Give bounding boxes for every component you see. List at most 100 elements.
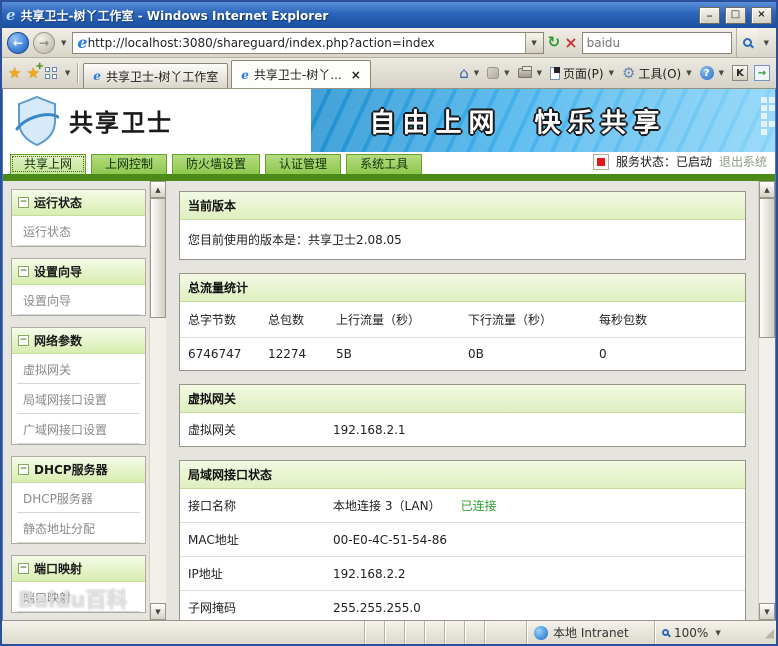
- search-box[interactable]: [582, 32, 732, 54]
- security-zone-label: 本地 Intranet: [553, 624, 629, 641]
- scrollbar-track[interactable]: [150, 318, 166, 603]
- help-icon: ?: [700, 66, 714, 80]
- search-input[interactable]: [583, 36, 731, 50]
- search-icon: [743, 38, 752, 47]
- address-field[interactable]: e ▼: [72, 32, 543, 54]
- nav-tab-firewall[interactable]: 防火墙设置: [172, 154, 260, 174]
- favorites-center-icon[interactable]: ★: [8, 64, 21, 82]
- favorites-group: ★ ★ ▼: [6, 58, 80, 88]
- section-header: − 端口映射: [12, 556, 145, 582]
- status-cell: [384, 621, 404, 644]
- panel-lan-status: 局域网接口状态 接口名称 本地连接 3（LAN） 已连接 MAC地址 00-E0…: [179, 460, 746, 620]
- close-button[interactable]: ×: [751, 7, 772, 24]
- nav-tab-share-internet[interactable]: 共享上网: [10, 154, 86, 174]
- url-dropdown-button[interactable]: ▼: [525, 33, 543, 53]
- nav-divider-strip: [3, 174, 775, 181]
- exit-system-link[interactable]: 退出系统: [719, 153, 767, 170]
- sidebar-item-static-assign[interactable]: 静态地址分配: [17, 513, 140, 543]
- ie-page-icon: e: [77, 33, 87, 52]
- scroll-up-icon[interactable]: ▲: [150, 181, 166, 198]
- content-body: − 运行状态 运行状态 − 设置向导 设置向导 − 网络参数: [3, 181, 775, 620]
- main-scrollbar[interactable]: ▲ ▼: [758, 181, 775, 620]
- sidebar-item-run-status[interactable]: 运行状态: [17, 216, 140, 246]
- url-input[interactable]: [88, 36, 525, 50]
- status-cell: [444, 621, 464, 644]
- collapse-icon[interactable]: −: [18, 464, 29, 475]
- home-button[interactable]: ⌂ ▼: [459, 64, 481, 82]
- traffic-value-row: 6746747 12274 5B 0B 0: [180, 337, 745, 370]
- sidebar-item-virtual-gateway[interactable]: 虚拟网关: [17, 354, 140, 384]
- zoom-control[interactable]: 100% ▼: [654, 621, 758, 644]
- sidebar-scrollbar[interactable]: ▲ ▼: [149, 181, 166, 620]
- maximize-button[interactable]: □: [725, 7, 746, 24]
- chevron-down-icon: ▼: [531, 39, 536, 47]
- section-header: − DHCP服务器: [12, 457, 145, 483]
- stop-button[interactable]: ×: [564, 35, 577, 51]
- banner-brand-area: 共享卫士: [3, 89, 311, 152]
- addon-k-button[interactable]: K: [732, 65, 748, 81]
- row-label: 虚拟网关: [188, 421, 333, 438]
- status-message-cell: [2, 621, 364, 644]
- add-favorite-icon[interactable]: ★: [26, 64, 39, 82]
- sidebar-item-port-mapping[interactable]: 端口映射: [17, 582, 140, 612]
- cell-downstream: 0B: [468, 347, 599, 361]
- page-menu-button[interactable]: 页面(P) ▼: [550, 65, 616, 82]
- scrollbar-track[interactable]: [759, 338, 775, 603]
- sidebar-item-wizard[interactable]: 设置向导: [17, 285, 140, 315]
- close-tab-icon[interactable]: ×: [351, 68, 361, 82]
- collapse-icon[interactable]: −: [18, 335, 29, 346]
- scroll-down-icon[interactable]: ▼: [759, 603, 775, 620]
- minimize-button[interactable]: _: [699, 7, 720, 24]
- nav-tab-system-tools[interactable]: 系统工具: [346, 154, 422, 174]
- stop-square-icon: [597, 158, 605, 166]
- banner-slogan: 自由上网 快乐共享: [311, 102, 725, 139]
- quick-tabs-icon[interactable]: [45, 67, 58, 80]
- row-value: 本地连接 3（LAN） 已连接: [333, 497, 737, 514]
- app-banner: 共享卫士 自由上网 快乐共享: [3, 89, 775, 152]
- back-button[interactable]: ←: [7, 32, 29, 54]
- nav-tab-access-control[interactable]: 上网控制: [91, 154, 167, 174]
- open-new-window-button[interactable]: →: [754, 65, 770, 81]
- row-value: 192.168.2.2: [333, 565, 737, 582]
- shield-logo-icon: [15, 95, 59, 147]
- chevron-down-icon: ▼: [607, 69, 616, 77]
- collapse-icon[interactable]: −: [18, 197, 29, 208]
- panel-title: 局域网接口状态: [180, 461, 745, 489]
- page-content: 共享卫士 自由上网 快乐共享 共享上网 上网控制 防火墙设置 认证管理 系统工具: [2, 89, 776, 620]
- tab-label: 共享卫士-树丫工作室: [106, 68, 218, 85]
- zoom-dropdown-icon[interactable]: ▼: [713, 629, 722, 637]
- scrollbar-thumb[interactable]: [759, 198, 775, 338]
- tab-list-dropdown[interactable]: ▼: [63, 69, 72, 77]
- stop-service-button[interactable]: [593, 154, 609, 170]
- search-options-dropdown[interactable]: ▼: [762, 39, 771, 47]
- scrollbar-thumb[interactable]: [150, 198, 166, 318]
- row-label: 子网掩码: [188, 599, 333, 616]
- chevron-down-icon: ▼: [472, 69, 481, 77]
- row-value: 00-E0-4C-51-54-86: [333, 531, 737, 548]
- nav-tab-auth[interactable]: 认证管理: [265, 154, 341, 174]
- collapse-icon[interactable]: −: [18, 563, 29, 574]
- back-icon: ←: [13, 36, 23, 50]
- sidebar: − 运行状态 运行状态 − 设置向导 设置向导 − 网络参数: [3, 181, 149, 620]
- help-menu-button[interactable]: ? ▼: [700, 66, 726, 80]
- print-button[interactable]: ▼: [518, 68, 544, 78]
- tab-shareguard-1[interactable]: e 共享卫士-树丫工作室: [83, 63, 228, 88]
- history-dropdown[interactable]: ▼: [59, 39, 68, 47]
- forward-button[interactable]: →: [33, 32, 55, 54]
- collapse-icon[interactable]: −: [18, 266, 29, 277]
- status-cell: [404, 621, 424, 644]
- scroll-up-icon[interactable]: ▲: [759, 181, 775, 198]
- tab-shareguard-2[interactable]: e 共享卫士-树丫... ×: [231, 60, 370, 88]
- col-header: 下行流量（秒）: [468, 311, 599, 328]
- sidebar-item-wan-interface[interactable]: 广域网接口设置: [17, 414, 140, 444]
- feeds-button[interactable]: ▼: [487, 67, 511, 79]
- refresh-button[interactable]: ↻: [548, 35, 561, 50]
- tools-menu-button[interactable]: ⚙ 工具(O) ▼: [622, 64, 694, 82]
- sidebar-item-lan-interface[interactable]: 局域网接口设置: [17, 384, 140, 414]
- scroll-down-icon[interactable]: ▼: [150, 603, 166, 620]
- search-go-button[interactable]: [736, 28, 758, 57]
- resize-grip[interactable]: ◢: [758, 621, 776, 644]
- sidebar-item-dhcp-server[interactable]: DHCP服务器: [17, 483, 140, 513]
- sidebar-section-run-status: − 运行状态 运行状态: [11, 189, 146, 247]
- address-toolbar: ← → ▼ e ▼ ↻ × ▼: [2, 28, 776, 58]
